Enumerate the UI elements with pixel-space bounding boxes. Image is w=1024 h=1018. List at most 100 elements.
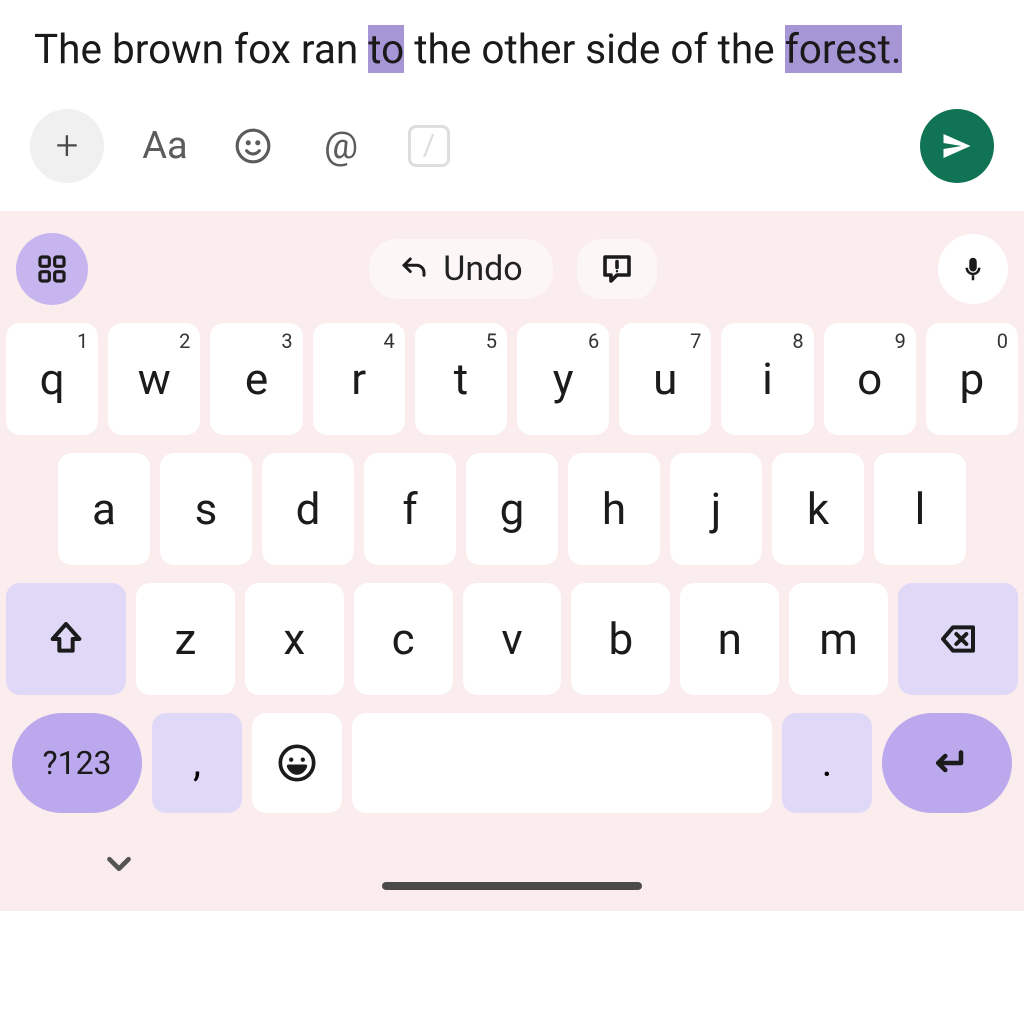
- keyboard-row-1: q1w2e3r4t5y6u7i8o9p0: [6, 323, 1018, 435]
- at-icon: @: [324, 124, 358, 168]
- shift-icon: [46, 619, 86, 659]
- symbols-key[interactable]: ?123: [12, 713, 142, 813]
- key-a[interactable]: a: [58, 453, 150, 565]
- enter-key[interactable]: [882, 713, 1012, 813]
- key-hint: 0: [997, 329, 1008, 353]
- key-hint: 1: [77, 329, 88, 353]
- text-format-button[interactable]: Aa: [138, 119, 192, 173]
- enter-icon: [926, 742, 968, 784]
- mention-button[interactable]: @: [314, 119, 368, 173]
- comma-key[interactable]: ,: [152, 713, 242, 813]
- key-j[interactable]: j: [670, 453, 762, 565]
- key-l[interactable]: l: [874, 453, 966, 565]
- period-label: .: [822, 739, 833, 786]
- key-label: v: [501, 613, 522, 665]
- key-c[interactable]: c: [354, 583, 453, 695]
- collapse-keyboard-button[interactable]: [100, 845, 138, 887]
- period-key[interactable]: .: [782, 713, 872, 813]
- key-t[interactable]: t5: [415, 323, 507, 435]
- home-handle[interactable]: [382, 882, 642, 890]
- emoji-picker-button[interactable]: [226, 119, 280, 173]
- plus-icon: +: [56, 122, 79, 169]
- key-label: w: [138, 353, 171, 405]
- text-segment: the other side of the: [404, 25, 784, 73]
- voice-input-button[interactable]: [938, 234, 1008, 304]
- key-h[interactable]: h: [568, 453, 660, 565]
- text-segment: The brown fox ran: [34, 25, 368, 73]
- backspace-icon: [938, 619, 978, 659]
- key-s[interactable]: s: [160, 453, 252, 565]
- key-label: d: [296, 483, 321, 535]
- chevron-down-icon: [100, 845, 138, 883]
- key-label: x: [283, 613, 305, 665]
- slash-command-button[interactable]: /: [402, 119, 456, 173]
- undo-icon: [399, 254, 429, 284]
- key-label: i: [762, 353, 773, 405]
- key-x[interactable]: x: [245, 583, 344, 695]
- add-attachment-button[interactable]: +: [30, 109, 104, 183]
- key-d[interactable]: d: [262, 453, 354, 565]
- suggestion-center: Undo: [106, 239, 920, 299]
- key-hint: 7: [690, 329, 701, 353]
- key-u[interactable]: u7: [619, 323, 711, 435]
- key-z[interactable]: z: [136, 583, 235, 695]
- feedback-icon: [599, 251, 635, 287]
- emoji-key[interactable]: [252, 713, 342, 813]
- key-label: p: [960, 353, 985, 405]
- key-r[interactable]: r4: [313, 323, 405, 435]
- shift-key[interactable]: [6, 583, 126, 695]
- compose-toolbar: + Aa @ /: [0, 87, 1024, 211]
- key-f[interactable]: f: [364, 453, 456, 565]
- key-label: l: [915, 483, 926, 535]
- key-p[interactable]: p0: [926, 323, 1018, 435]
- undo-suggestion-button[interactable]: Undo: [369, 239, 552, 299]
- key-o[interactable]: o9: [824, 323, 916, 435]
- key-label: z: [175, 613, 197, 665]
- apps-grid-icon: [36, 253, 68, 285]
- key-w[interactable]: w2: [108, 323, 200, 435]
- mic-icon: [958, 254, 988, 284]
- key-label: c: [392, 613, 415, 665]
- key-label: r: [351, 353, 366, 405]
- key-label: e: [245, 353, 268, 405]
- key-hint: 4: [384, 329, 395, 353]
- key-g[interactable]: g: [466, 453, 558, 565]
- key-n[interactable]: n: [680, 583, 779, 695]
- key-m[interactable]: m: [789, 583, 888, 695]
- key-hint: 5: [486, 329, 497, 353]
- emoji-icon: [277, 743, 317, 783]
- key-e[interactable]: e3: [210, 323, 302, 435]
- keyboard-apps-button[interactable]: [16, 233, 88, 305]
- send-button[interactable]: [920, 109, 994, 183]
- slash-icon: /: [408, 125, 450, 167]
- key-hint: 3: [281, 329, 292, 353]
- key-b[interactable]: b: [571, 583, 670, 695]
- key-hint: 8: [792, 329, 803, 353]
- keyboard-suggestion-bar: Undo: [0, 227, 1024, 323]
- text-segment: forest.: [785, 25, 902, 73]
- key-label: m: [819, 613, 858, 665]
- key-hint: 9: [895, 329, 906, 353]
- keyboard-row-bottom: ?123 , .: [6, 713, 1018, 813]
- key-label: n: [718, 613, 742, 665]
- smile-icon: [234, 127, 272, 165]
- key-label: g: [500, 483, 525, 535]
- space-key[interactable]: [352, 713, 772, 813]
- backspace-key[interactable]: [898, 583, 1018, 695]
- key-label: h: [602, 483, 626, 535]
- key-v[interactable]: v: [463, 583, 562, 695]
- keyboard-rows: q1w2e3r4t5y6u7i8o9p0 asdfghjkl zxcvbnm ?…: [0, 323, 1024, 813]
- format-icon: Aa: [142, 124, 187, 168]
- key-label: o: [857, 353, 882, 405]
- comma-label: ,: [193, 739, 201, 786]
- key-q[interactable]: q1: [6, 323, 98, 435]
- key-y[interactable]: y6: [517, 323, 609, 435]
- onscreen-keyboard: Undo q1w2e3r4t5y6u7i8o9p0 asdfghjkl: [0, 211, 1024, 911]
- feedback-button[interactable]: [577, 239, 657, 299]
- key-label: q: [40, 353, 65, 405]
- symbols-label: ?123: [42, 744, 111, 782]
- key-label: y: [553, 353, 574, 405]
- key-k[interactable]: k: [772, 453, 864, 565]
- message-input[interactable]: The brown fox ran to the other side of t…: [0, 0, 1024, 87]
- key-i[interactable]: i8: [721, 323, 813, 435]
